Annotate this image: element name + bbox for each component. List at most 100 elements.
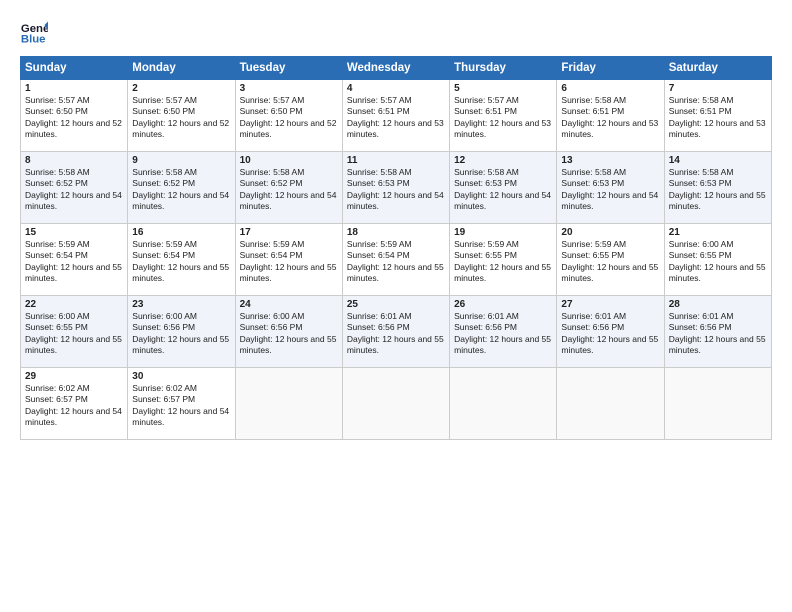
day-number: 17: [240, 227, 338, 238]
day-number: 1: [25, 83, 123, 94]
cell-info: Sunrise: 5:58 AMSunset: 6:52 PMDaylight:…: [25, 167, 122, 211]
week-row-2: 8Sunrise: 5:58 AMSunset: 6:52 PMDaylight…: [21, 152, 772, 224]
day-number: 26: [454, 299, 552, 310]
day-number: 21: [669, 227, 767, 238]
day-number: 11: [347, 155, 445, 166]
week-row-5: 29Sunrise: 6:02 AMSunset: 6:57 PMDayligh…: [21, 368, 772, 440]
day-number: 9: [132, 155, 230, 166]
day-number: 4: [347, 83, 445, 94]
day-cell-13: 13Sunrise: 5:58 AMSunset: 6:53 PMDayligh…: [557, 152, 664, 224]
day-number: 29: [25, 371, 123, 382]
cell-info: Sunrise: 5:58 AMSunset: 6:53 PMDaylight:…: [347, 167, 444, 211]
cell-info: Sunrise: 6:01 AMSunset: 6:56 PMDaylight:…: [561, 311, 658, 355]
day-number: 5: [454, 83, 552, 94]
cell-info: Sunrise: 5:59 AMSunset: 6:55 PMDaylight:…: [454, 239, 551, 283]
day-cell-8: 8Sunrise: 5:58 AMSunset: 6:52 PMDaylight…: [21, 152, 128, 224]
empty-cell: [450, 368, 557, 440]
empty-cell: [664, 368, 771, 440]
cell-info: Sunrise: 5:59 AMSunset: 6:55 PMDaylight:…: [561, 239, 658, 283]
header: General Blue: [20, 18, 772, 46]
col-header-thursday: Thursday: [450, 57, 557, 80]
day-cell-28: 28Sunrise: 6:01 AMSunset: 6:56 PMDayligh…: [664, 296, 771, 368]
day-number: 19: [454, 227, 552, 238]
day-cell-21: 21Sunrise: 6:00 AMSunset: 6:55 PMDayligh…: [664, 224, 771, 296]
col-header-wednesday: Wednesday: [342, 57, 449, 80]
cell-info: Sunrise: 5:59 AMSunset: 6:54 PMDaylight:…: [347, 239, 444, 283]
day-number: 15: [25, 227, 123, 238]
cell-info: Sunrise: 5:58 AMSunset: 6:51 PMDaylight:…: [669, 95, 766, 139]
day-cell-25: 25Sunrise: 6:01 AMSunset: 6:56 PMDayligh…: [342, 296, 449, 368]
day-cell-1: 1Sunrise: 5:57 AMSunset: 6:50 PMDaylight…: [21, 80, 128, 152]
day-number: 14: [669, 155, 767, 166]
cell-info: Sunrise: 5:59 AMSunset: 6:54 PMDaylight:…: [25, 239, 122, 283]
cell-info: Sunrise: 5:57 AMSunset: 6:50 PMDaylight:…: [132, 95, 229, 139]
col-header-monday: Monday: [128, 57, 235, 80]
day-cell-12: 12Sunrise: 5:58 AMSunset: 6:53 PMDayligh…: [450, 152, 557, 224]
cell-info: Sunrise: 6:00 AMSunset: 6:55 PMDaylight:…: [25, 311, 122, 355]
cell-info: Sunrise: 5:58 AMSunset: 6:52 PMDaylight:…: [132, 167, 229, 211]
calendar-table: SundayMondayTuesdayWednesdayThursdayFrid…: [20, 56, 772, 440]
cell-info: Sunrise: 6:01 AMSunset: 6:56 PMDaylight:…: [347, 311, 444, 355]
day-number: 18: [347, 227, 445, 238]
day-cell-11: 11Sunrise: 5:58 AMSunset: 6:53 PMDayligh…: [342, 152, 449, 224]
day-cell-9: 9Sunrise: 5:58 AMSunset: 6:52 PMDaylight…: [128, 152, 235, 224]
day-cell-23: 23Sunrise: 6:00 AMSunset: 6:56 PMDayligh…: [128, 296, 235, 368]
day-number: 7: [669, 83, 767, 94]
cell-info: Sunrise: 5:58 AMSunset: 6:53 PMDaylight:…: [454, 167, 551, 211]
day-cell-15: 15Sunrise: 5:59 AMSunset: 6:54 PMDayligh…: [21, 224, 128, 296]
cell-info: Sunrise: 6:00 AMSunset: 6:55 PMDaylight:…: [669, 239, 766, 283]
day-number: 22: [25, 299, 123, 310]
calendar-header-row: SundayMondayTuesdayWednesdayThursdayFrid…: [21, 57, 772, 80]
cell-info: Sunrise: 6:00 AMSunset: 6:56 PMDaylight:…: [132, 311, 229, 355]
cell-info: Sunrise: 5:59 AMSunset: 6:54 PMDaylight:…: [240, 239, 337, 283]
cell-info: Sunrise: 6:02 AMSunset: 6:57 PMDaylight:…: [132, 383, 229, 427]
col-header-sunday: Sunday: [21, 57, 128, 80]
day-number: 3: [240, 83, 338, 94]
cell-info: Sunrise: 6:01 AMSunset: 6:56 PMDaylight:…: [454, 311, 551, 355]
col-header-saturday: Saturday: [664, 57, 771, 80]
day-cell-19: 19Sunrise: 5:59 AMSunset: 6:55 PMDayligh…: [450, 224, 557, 296]
logo-icon: General Blue: [20, 18, 48, 46]
day-number: 8: [25, 155, 123, 166]
cell-info: Sunrise: 5:57 AMSunset: 6:51 PMDaylight:…: [454, 95, 551, 139]
cell-info: Sunrise: 6:02 AMSunset: 6:57 PMDaylight:…: [25, 383, 122, 427]
day-cell-27: 27Sunrise: 6:01 AMSunset: 6:56 PMDayligh…: [557, 296, 664, 368]
cell-info: Sunrise: 5:59 AMSunset: 6:54 PMDaylight:…: [132, 239, 229, 283]
day-cell-7: 7Sunrise: 5:58 AMSunset: 6:51 PMDaylight…: [664, 80, 771, 152]
cell-info: Sunrise: 5:58 AMSunset: 6:53 PMDaylight:…: [561, 167, 658, 211]
week-row-3: 15Sunrise: 5:59 AMSunset: 6:54 PMDayligh…: [21, 224, 772, 296]
day-number: 12: [454, 155, 552, 166]
calendar-page: General Blue SundayMondayTuesdayWednesda…: [0, 0, 792, 612]
empty-cell: [557, 368, 664, 440]
day-cell-22: 22Sunrise: 6:00 AMSunset: 6:55 PMDayligh…: [21, 296, 128, 368]
day-cell-3: 3Sunrise: 5:57 AMSunset: 6:50 PMDaylight…: [235, 80, 342, 152]
day-number: 13: [561, 155, 659, 166]
day-number: 30: [132, 371, 230, 382]
day-number: 23: [132, 299, 230, 310]
day-number: 25: [347, 299, 445, 310]
day-number: 28: [669, 299, 767, 310]
empty-cell: [342, 368, 449, 440]
empty-cell: [235, 368, 342, 440]
day-cell-17: 17Sunrise: 5:59 AMSunset: 6:54 PMDayligh…: [235, 224, 342, 296]
week-row-1: 1 Sunrise: 5:57 AMSunset: 6:50 PMDaylight…: [21, 80, 772, 152]
day-cell-5: 5Sunrise: 5:57 AMSunset: 6:51 PMDaylight…: [450, 80, 557, 152]
day-cell-26: 26Sunrise: 6:01 AMSunset: 6:56 PMDayligh…: [450, 296, 557, 368]
day-cell-14: 14Sunrise: 5:58 AMSunset: 6:53 PMDayligh…: [664, 152, 771, 224]
day-cell-4: 4Sunrise: 5:57 AMSunset: 6:51 PMDaylight…: [342, 80, 449, 152]
col-header-friday: Friday: [557, 57, 664, 80]
day-cell-30: 30Sunrise: 6:02 AMSunset: 6:57 PMDayligh…: [128, 368, 235, 440]
day-cell-2: 2Sunrise: 5:57 AMSunset: 6:50 PMDaylight…: [128, 80, 235, 152]
cell-info: Sunrise: 5:57 AMSunset: 6:51 PMDaylight:…: [347, 95, 444, 139]
day-cell-6: 6Sunrise: 5:58 AMSunset: 6:51 PMDaylight…: [557, 80, 664, 152]
cell-info: Sunrise: 6:01 AMSunset: 6:56 PMDaylight:…: [669, 311, 766, 355]
cell-info: Sunrise: 5:58 AMSunset: 6:53 PMDaylight:…: [669, 167, 766, 211]
cell-info: Sunrise: 5:57 AMSunset: 6:50 PMDaylight:…: [240, 95, 337, 139]
day-number: 24: [240, 299, 338, 310]
day-number: 16: [132, 227, 230, 238]
day-number: 6: [561, 83, 659, 94]
day-cell-29: 29Sunrise: 6:02 AMSunset: 6:57 PMDayligh…: [21, 368, 128, 440]
cell-info: Sunrise: 5:58 AMSunset: 6:51 PMDaylight:…: [561, 95, 658, 139]
day-number: 27: [561, 299, 659, 310]
week-row-4: 22Sunrise: 6:00 AMSunset: 6:55 PMDayligh…: [21, 296, 772, 368]
